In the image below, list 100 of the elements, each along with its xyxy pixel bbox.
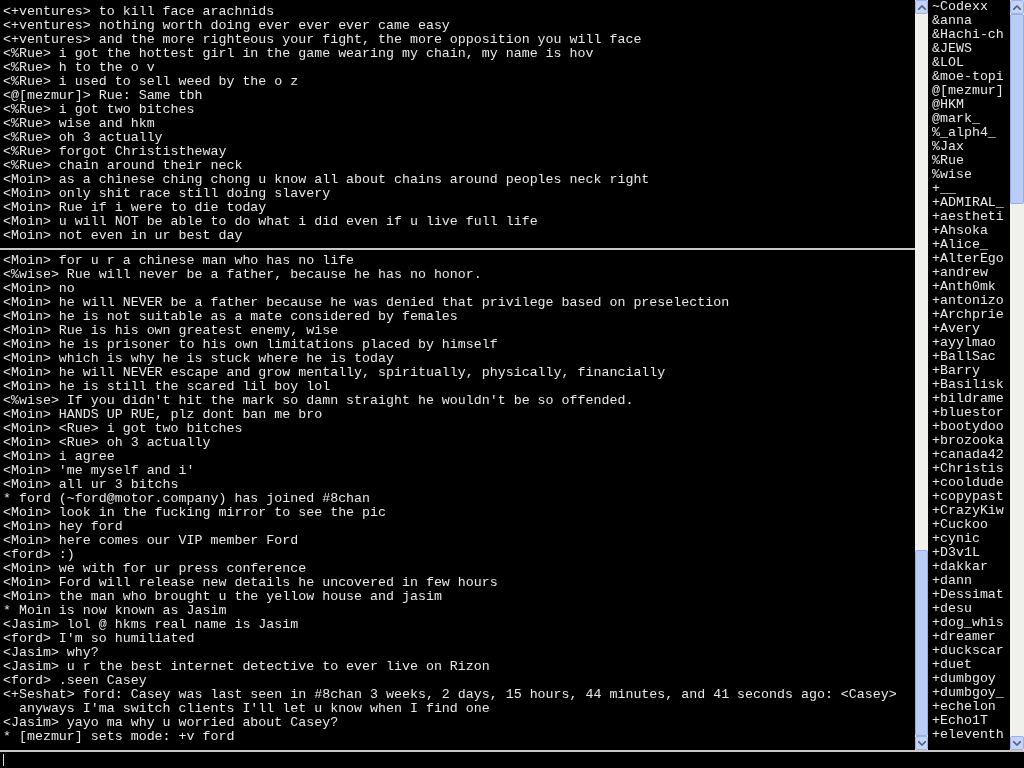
chat-message: <Moin> <Rue> oh 3 actually xyxy=(3,436,212,450)
scroll-up-button[interactable] xyxy=(1010,0,1024,14)
nick-item[interactable]: &Hachi-ch xyxy=(932,28,1010,42)
nick-item[interactable]: %Rue xyxy=(932,154,1010,168)
chat-message: <Moin> he is not suitable as a mate considered by females xyxy=(3,310,459,324)
chat-message: * ford (~ford@motor.company) has joined #8chan xyxy=(3,492,372,506)
nick-item[interactable]: %_alph4_ xyxy=(932,126,1010,140)
chat-message: <%Rue> oh 3 actually xyxy=(3,131,164,145)
nick-item[interactable]: +Barry xyxy=(932,364,1010,378)
nick-item[interactable]: +bluestor xyxy=(932,406,1010,420)
scrollbar-thumb[interactable] xyxy=(915,550,928,736)
nicklist-scrollbar[interactable] xyxy=(1010,0,1024,750)
nick-item[interactable]: &JEWS xyxy=(932,42,1010,56)
nick-item[interactable]: +cooldude xyxy=(932,476,1010,490)
chat-message: <Moin> which is why he is stuck where he is today xyxy=(3,352,395,366)
chat-message: <%Rue> chain around their neck xyxy=(3,159,244,173)
nick-item[interactable]: +Basilisk xyxy=(932,378,1010,392)
chat-message: <+ventures> to kill face arachnids xyxy=(3,5,276,19)
nick-item[interactable]: +ayylmao xyxy=(932,336,1010,350)
chat-message: <Moin> he is still the scared lil boy lol xyxy=(3,380,332,394)
chat-message: <%Rue> wise and hkm xyxy=(3,117,156,131)
nick-item[interactable]: &moe-topi xyxy=(932,70,1010,84)
chat-message: <Moin> Rue if i were to die today xyxy=(3,201,268,215)
nick-item[interactable]: +dakkar xyxy=(932,560,1010,574)
chat-message: anyways I'ma switch clients I'll let u know when I find one xyxy=(17,702,491,716)
nick-item[interactable]: +dumbgoy_ xyxy=(932,686,1010,700)
chat-message: <Moin> hey ford xyxy=(3,520,124,534)
nick-item[interactable]: +duckscar xyxy=(932,644,1010,658)
nick-item[interactable]: %Jax xyxy=(932,140,1010,154)
chat-message: * [mezmur] sets mode: +v ford xyxy=(3,730,236,744)
nick-item[interactable]: +Christis xyxy=(932,462,1010,476)
nick-item[interactable]: +copypast xyxy=(932,490,1010,504)
nick-item[interactable]: +echelon xyxy=(932,700,1010,714)
nick-item[interactable]: +Ahsoka xyxy=(932,224,1010,238)
nick-item[interactable]: ~Codexx xyxy=(932,0,1010,14)
chat-message: <Moin> the man who brought u the yellow house and jasim xyxy=(3,590,443,604)
nick-item[interactable]: +canada42 xyxy=(932,448,1010,462)
nick-item[interactable]: +bildrame xyxy=(932,392,1010,406)
nick-item[interactable]: +Avery xyxy=(932,322,1010,336)
chat-message: <Moin> no xyxy=(3,282,76,296)
chat-message: <Jasim> why? xyxy=(3,646,100,660)
nick-item[interactable]: +ADMIRAL_ xyxy=(932,196,1010,210)
nick-item[interactable]: +antonizo xyxy=(932,294,1010,308)
chat-message: <Moin> look in the fucking mirror to see the pic xyxy=(3,506,387,520)
nick-item[interactable]: +cynic xyxy=(932,532,1010,546)
chat-message: <Moin> i agree xyxy=(3,450,116,464)
chat-message: <Moin> not even in ur best day xyxy=(3,229,244,243)
nick-item[interactable]: +BallSac xyxy=(932,350,1010,364)
nick-item[interactable]: +duet xyxy=(932,658,1010,672)
nick-item[interactable]: +D3v1L xyxy=(932,546,1010,560)
nick-item[interactable]: +dann xyxy=(932,574,1010,588)
nick-item[interactable]: &anna xyxy=(932,14,1010,28)
nick-item[interactable]: +bootydoo xyxy=(932,420,1010,434)
nick-item[interactable]: +Alice_ xyxy=(932,238,1010,252)
message-input[interactable] xyxy=(0,750,1024,768)
chat-message: <Moin> for u r a chinese man who has no life xyxy=(3,254,356,268)
scrollbar-thumb[interactable] xyxy=(1010,14,1024,204)
nick-item[interactable]: +__ xyxy=(932,182,1010,196)
nick-item[interactable]: +Archprie xyxy=(932,308,1010,322)
chat-message: <@[mezmur]> Rue: Same tbh xyxy=(3,89,204,103)
nick-item[interactable]: &LOL xyxy=(932,56,1010,70)
nick-item[interactable]: +dumbgoy xyxy=(932,672,1010,686)
nick-item[interactable]: +desu xyxy=(932,602,1010,616)
nick-item[interactable]: +Anth0mk xyxy=(932,280,1010,294)
nick-item[interactable]: @HKM xyxy=(932,98,1010,112)
nick-item[interactable]: @mark_ xyxy=(932,112,1010,126)
chat-message: <+ventures> and the more righteous your fight, the more opposition you will face xyxy=(3,33,643,47)
nick-item[interactable]: +dreamer xyxy=(932,630,1010,644)
nick-item[interactable]: +brozooka xyxy=(932,434,1010,448)
scroll-down-button[interactable] xyxy=(915,736,928,750)
text-cursor xyxy=(3,754,4,766)
chat-message: <Jasim> u r the best internet detective to ever live on Rizon xyxy=(3,660,491,674)
nick-item[interactable]: +Echo1T xyxy=(932,714,1010,728)
chat-message: <%Rue> i used to sell weed by the o z xyxy=(3,75,300,89)
chat-message: <Moin> he is prisoner to his own limitations placed by himself xyxy=(3,338,499,352)
chat-scrollbar[interactable] xyxy=(915,0,928,750)
chat-message: <%wise> If you didn't hit the mark so damn straight he wouldn't be so offended. xyxy=(3,394,635,408)
chat-message: <%wise> Rue will never be a father, because he has no honor. xyxy=(3,268,483,282)
chat-message: <+ventures> nothing worth doing ever ever ever came easy xyxy=(3,19,451,33)
scroll-up-button[interactable] xyxy=(915,0,928,14)
chat-message: <ford> I'm so humiliated xyxy=(3,632,196,646)
nick-item[interactable]: +dog_whis xyxy=(932,616,1010,630)
scroll-down-button[interactable] xyxy=(1010,736,1024,750)
chat-message: <%Rue> i got two bitches xyxy=(3,103,196,117)
chat-message: <%Rue> h to the o v xyxy=(3,61,156,75)
nick-item[interactable]: +AlterEgo xyxy=(932,252,1010,266)
nick-item[interactable]: +eleventh xyxy=(932,728,1010,742)
nick-item[interactable]: @[mezmur] xyxy=(932,84,1010,98)
chat-message: <Jasim> lol @ hkms real name is Jasim xyxy=(3,618,300,632)
chat-message: <Jasim> yayo ma why u worried about Casey? xyxy=(3,716,340,730)
chat-message: <Moin> as a chinese ching chong u know all about chains around peoples neck right xyxy=(3,173,651,187)
nick-item[interactable]: +Dessimat xyxy=(932,588,1010,602)
chat-message: * Moin is now known as Jasim xyxy=(3,604,228,618)
nick-item[interactable]: +andrew xyxy=(932,266,1010,280)
nick-item[interactable]: +CrazyKiw xyxy=(932,504,1010,518)
nick-item[interactable]: %wise xyxy=(932,168,1010,182)
chat-message: <Moin> he will NEVER be a father because he was denied that privilege based on preselection xyxy=(3,296,731,310)
chat-message: <Moin> we with for ur press conference xyxy=(3,562,308,576)
nick-item[interactable]: +aestheti xyxy=(932,210,1010,224)
nick-item[interactable]: +Cuckoo xyxy=(932,518,1010,532)
